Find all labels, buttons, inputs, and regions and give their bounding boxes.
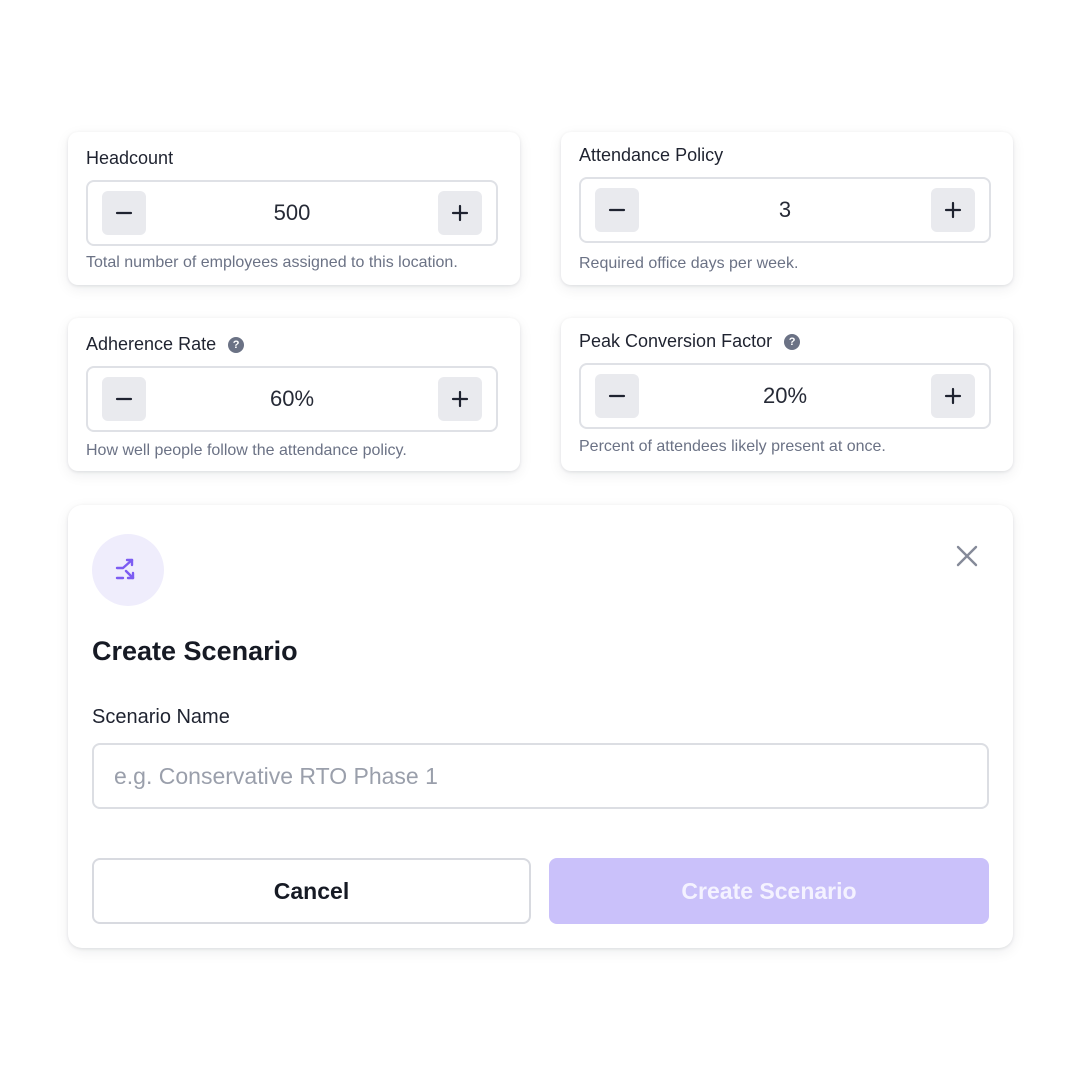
plus-icon [451,204,469,222]
help-icon[interactable]: ? [228,336,245,353]
attendance-policy-card: Attendance Policy 3 Required office days… [561,132,1013,285]
adherence-rate-label: Adherence Rate ? [86,334,245,355]
close-button[interactable] [952,541,982,571]
peak-conversion-factor-label: Peak Conversion Factor ? [579,331,801,352]
peak-conversion-factor-card: Peak Conversion Factor ? 20% Percent of … [561,318,1013,471]
attendance-policy-label-text: Attendance Policy [579,145,724,165]
headcount-decrement-button[interactable] [102,191,146,235]
plus-icon [944,387,962,405]
adherence-rate-decrement-button[interactable] [102,377,146,421]
close-icon [956,545,978,567]
headcount-value[interactable]: 500 [146,200,438,226]
modal-title: Create Scenario [92,636,298,666]
attendance-policy-decrement-button[interactable] [595,188,639,232]
help-icon[interactable]: ? [784,333,801,350]
adherence-rate-increment-button[interactable] [438,377,482,421]
peak-conversion-factor-increment-button[interactable] [931,374,975,418]
cancel-button[interactable]: Cancel [92,858,531,924]
minus-icon [115,397,133,401]
attendance-policy-helper-text: Required office days per week. [579,255,799,272]
attendance-policy-stepper: 3 [579,177,991,243]
headcount-card: Headcount 500 Total number of employees … [68,132,520,285]
plus-icon [944,201,962,219]
create-scenario-button[interactable]: Create Scenario [549,858,989,924]
headcount-label: Headcount [86,148,173,169]
minus-icon [608,394,626,398]
attendance-policy-value[interactable]: 3 [639,197,931,223]
attendance-policy-increment-button[interactable] [931,188,975,232]
peak-conversion-factor-helper-text: Percent of attendees likely present at o… [579,438,886,455]
peak-conversion-factor-value[interactable]: 20% [639,383,931,409]
shuffle-icon [115,558,135,580]
scenario-icon-badge [92,534,164,606]
minus-icon [115,211,133,215]
adherence-rate-helper-text: How well people follow the attendance po… [86,442,407,459]
scenario-name-input[interactable] [92,743,989,809]
attendance-policy-label: Attendance Policy [579,145,723,166]
adherence-rate-value[interactable]: 60% [146,386,438,412]
headcount-helper-text: Total number of employees assigned to th… [86,254,458,271]
scenario-name-label: Scenario Name [92,706,230,728]
adherence-rate-label-text: Adherence Rate [86,334,217,354]
headcount-stepper: 500 [86,180,498,246]
adherence-rate-stepper: 60% [86,366,498,432]
create-scenario-modal: Create Scenario Scenario Name Cancel Cre… [68,505,1013,948]
adherence-rate-card: Adherence Rate ? 60% How well people fol… [68,318,520,471]
peak-conversion-factor-decrement-button[interactable] [595,374,639,418]
headcount-increment-button[interactable] [438,191,482,235]
peak-conversion-factor-stepper: 20% [579,363,991,429]
headcount-label-text: Headcount [86,148,174,168]
plus-icon [451,390,469,408]
peak-conversion-factor-label-text: Peak Conversion Factor [579,331,773,351]
minus-icon [608,208,626,212]
